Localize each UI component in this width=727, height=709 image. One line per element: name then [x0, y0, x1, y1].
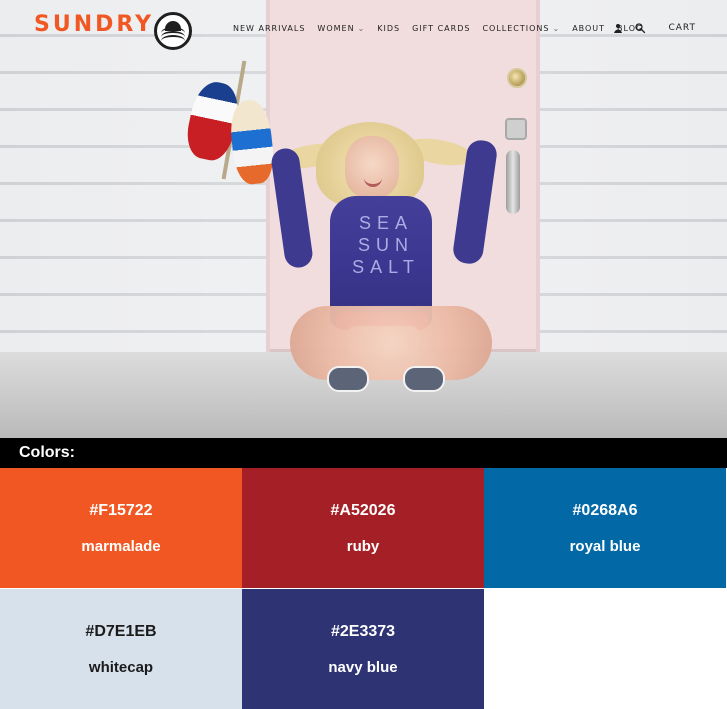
- nav-item-kids[interactable]: KIDS: [377, 24, 400, 33]
- swatch-hex: #0268A6: [572, 502, 638, 519]
- site-header: SUNDRY NEW ARRIVALS WOMEN ⌄ KIDS GIFT CAR…: [0, 0, 727, 58]
- shoe-right: [403, 366, 445, 392]
- main-nav: NEW ARRIVALS WOMEN ⌄ KIDS GIFT CARDS COLL…: [233, 20, 643, 36]
- swatch-hex: #F15722: [89, 502, 153, 519]
- nav-item-gift-cards[interactable]: GIFT CARDS: [412, 24, 470, 33]
- nav-item-new-arrivals[interactable]: NEW ARRIVALS: [233, 24, 305, 33]
- swatch-name: whitecap: [88, 659, 154, 676]
- swatch-hex: #A52026: [330, 502, 396, 519]
- swatch-royal-blue: #0268A6 royal blue: [484, 468, 726, 588]
- swatch-whitecap: #D7E1EB whitecap: [0, 589, 242, 709]
- nav-item-collections[interactable]: COLLECTIONS ⌄: [482, 24, 560, 33]
- swatch-navy-blue: #2E3373 navy blue: [242, 589, 484, 709]
- swatch-name: marmalade: [81, 538, 161, 555]
- nav-item-label: KIDS: [377, 23, 401, 33]
- shoe-left: [327, 366, 369, 392]
- sweatshirt-text: SEA SUN SALT: [352, 213, 420, 277]
- header-utilities: CART: [612, 18, 696, 38]
- swatch-marmalade: #F15722 marmalade: [0, 468, 242, 588]
- nav-item-label: GIFT CARDS: [412, 23, 471, 33]
- chevron-down-icon: ⌄: [357, 23, 366, 33]
- hero-image: SEA SUN SALT: [0, 0, 727, 438]
- nav-item-label: ABOUT: [572, 23, 606, 33]
- brand-logo[interactable]: SUNDRY: [34, 12, 154, 37]
- swatch-name: ruby: [346, 538, 380, 555]
- color-swatches: #F15722 marmalade #A52026 ruby #0268A6 r…: [0, 468, 727, 709]
- swatch-name: royal blue: [569, 538, 641, 555]
- swatch-ruby: #A52026 ruby: [242, 468, 484, 588]
- badge-wave-3: [161, 35, 185, 47]
- nav-item-women[interactable]: WOMEN ⌄: [317, 24, 365, 33]
- chevron-down-icon: ⌄: [552, 23, 561, 33]
- nav-item-about[interactable]: ABOUT: [572, 24, 605, 33]
- swatch-hex: #D7E1EB: [85, 623, 157, 640]
- colors-title: Colors:: [19, 444, 75, 461]
- brand-badge-icon[interactable]: [154, 12, 192, 50]
- nav-item-label: WOMEN: [317, 23, 355, 33]
- nav-item-label: NEW ARRIVALS: [233, 23, 306, 33]
- user-icon[interactable]: [612, 22, 624, 34]
- colors-section-header: Colors:: [0, 438, 727, 468]
- face: [345, 136, 399, 198]
- nav-item-label: COLLECTIONS: [482, 23, 550, 33]
- search-icon[interactable]: [634, 22, 646, 34]
- model: SEA SUN SALT: [0, 0, 727, 438]
- swatch-hex: #2E3373: [330, 623, 396, 640]
- cart-link[interactable]: CART: [668, 23, 696, 33]
- swatch-name: navy blue: [328, 659, 398, 676]
- crossed-legs: [290, 306, 492, 380]
